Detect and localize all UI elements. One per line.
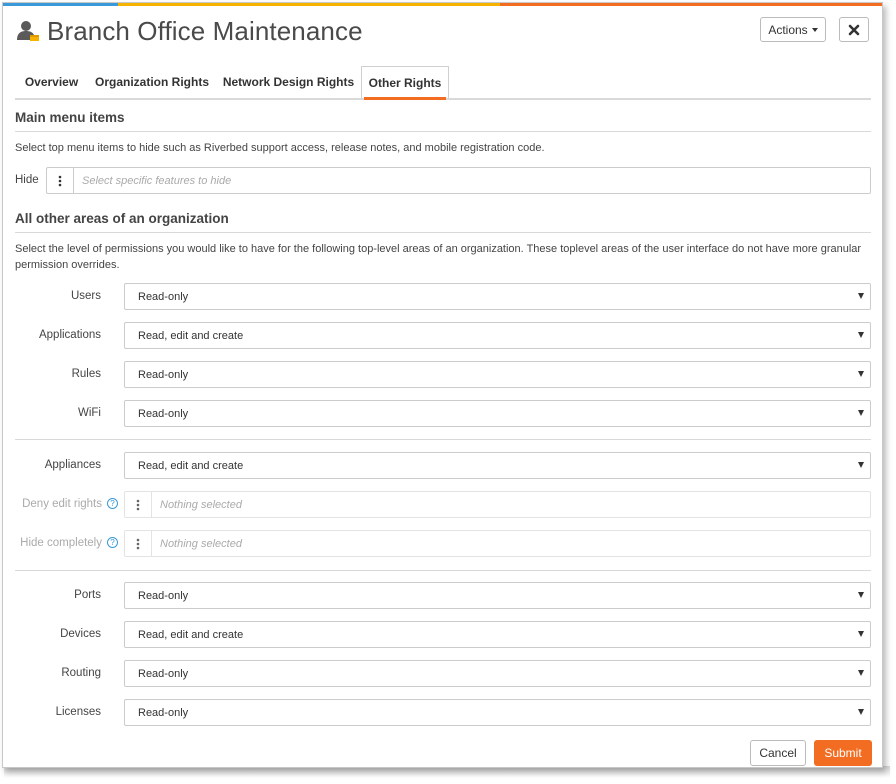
dropdown-arrow-icon [858, 332, 864, 338]
ports-permission-select[interactable]: Read-only [124, 582, 871, 609]
submit-button[interactable]: Submit [814, 740, 872, 766]
tab-bar: Overview Organization Rights Network Des… [15, 66, 871, 100]
other-areas-section-title: All other areas of an organization [15, 211, 229, 226]
wifi-permission-value: Read-only [138, 407, 189, 420]
close-icon [848, 24, 860, 35]
divider [15, 232, 871, 233]
dropdown-arrow-icon [858, 371, 864, 377]
hide-features-select[interactable]: Select specific features to hide [46, 167, 871, 194]
licenses-label: Licenses [55, 706, 101, 718]
users-permission-select[interactable]: Read-only [124, 283, 871, 310]
dialog-header: Branch Office Maintenance [15, 13, 363, 49]
dropdown-arrow-icon [858, 709, 864, 715]
hide-features-input[interactable]: Select specific features to hide [74, 167, 871, 194]
users-permission-value: Read-only [138, 290, 189, 303]
tab-network-design-rights[interactable]: Network Design Rights [216, 66, 361, 98]
hide-completely-select[interactable]: Nothing selected [124, 530, 871, 557]
ports-label: Ports [74, 589, 101, 601]
rules-label: Rules [71, 368, 101, 380]
ports-permission-value: Read-only [138, 589, 189, 602]
licenses-permission-value: Read-only [138, 706, 189, 719]
hide-completely-input[interactable]: Nothing selected [152, 530, 871, 557]
help-icon[interactable]: ? [107, 537, 118, 549]
tab-organization-rights[interactable]: Organization Rights [88, 66, 216, 98]
users-label: Users [70, 290, 101, 302]
appliances-permission-value: Read, edit and create [138, 459, 244, 472]
other-areas-description: Select the level of permissions you woul… [15, 243, 862, 271]
main-menu-description: Select top menu items to hide such as Ri… [15, 142, 545, 154]
hide-completely-text: Hide completely [20, 537, 102, 549]
devices-permission-select[interactable]: Read, edit and create [124, 621, 871, 648]
deny-edit-rights-label: Deny edit rights? [15, 498, 118, 510]
wifi-label: WiFi [78, 407, 101, 419]
deny-edit-dots-button[interactable] [124, 491, 152, 518]
vertical-dots-icon [58, 175, 62, 186]
routing-permission-value: Read-only [138, 667, 189, 680]
close-button[interactable] [839, 17, 869, 42]
licenses-permission-select[interactable]: Read-only [124, 699, 871, 726]
dropdown-arrow-icon [858, 631, 864, 637]
divider [15, 131, 871, 132]
divider [15, 439, 871, 440]
user-icon [17, 21, 39, 41]
actions-dropdown-button[interactable]: Actions [760, 17, 826, 42]
rules-permission-select[interactable]: Read-only [124, 361, 871, 388]
dropdown-arrow-icon [858, 592, 864, 598]
vertical-dots-icon [136, 499, 140, 510]
deny-edit-rights-text: Deny edit rights [22, 498, 102, 510]
devices-permission-value: Read, edit and create [138, 628, 244, 641]
dropdown-arrow-icon [858, 293, 864, 299]
hide-completely-dots-button[interactable] [124, 530, 152, 557]
dropdown-arrow-icon [858, 462, 864, 468]
tab-other-rights[interactable]: Other Rights [361, 66, 449, 100]
tab-overview[interactable]: Overview [15, 66, 88, 98]
rules-permission-value: Read-only [138, 368, 189, 381]
top-bar-blue [3, 3, 118, 6]
caret-down-icon [811, 27, 818, 32]
hide-menu-dots-button[interactable] [46, 167, 74, 194]
appliances-permission-select[interactable]: Read, edit and create [124, 452, 871, 479]
applications-label: Applications [38, 329, 101, 341]
vertical-dots-icon [136, 538, 140, 549]
help-icon[interactable]: ? [107, 498, 118, 510]
top-color-bar [3, 3, 882, 6]
main-menu-section-title: Main menu items [15, 110, 125, 125]
hide-label: Hide [15, 174, 39, 186]
appliances-label: Appliances [44, 459, 101, 471]
page-title: Branch Office Maintenance [47, 15, 363, 46]
applications-permission-select[interactable]: Read, edit and create [124, 322, 871, 349]
routing-label: Routing [61, 667, 101, 679]
dropdown-arrow-icon [858, 410, 864, 416]
wifi-permission-select[interactable]: Read-only [124, 400, 871, 427]
deny-edit-rights-input[interactable]: Nothing selected [152, 491, 871, 518]
top-bar-orange [500, 3, 882, 6]
actions-label: Actions [768, 22, 808, 37]
applications-permission-value: Read, edit and create [138, 329, 244, 342]
divider [15, 570, 871, 571]
cancel-button[interactable]: Cancel [750, 740, 806, 766]
dialog-window: Branch Office Maintenance Actions Overvi… [2, 2, 883, 768]
dropdown-arrow-icon [858, 670, 864, 676]
devices-label: Devices [60, 628, 101, 640]
top-bar-yellow [118, 3, 500, 6]
deny-edit-rights-select[interactable]: Nothing selected [124, 491, 871, 518]
hide-completely-label: Hide completely? [15, 537, 118, 549]
routing-permission-select[interactable]: Read-only [124, 660, 871, 687]
